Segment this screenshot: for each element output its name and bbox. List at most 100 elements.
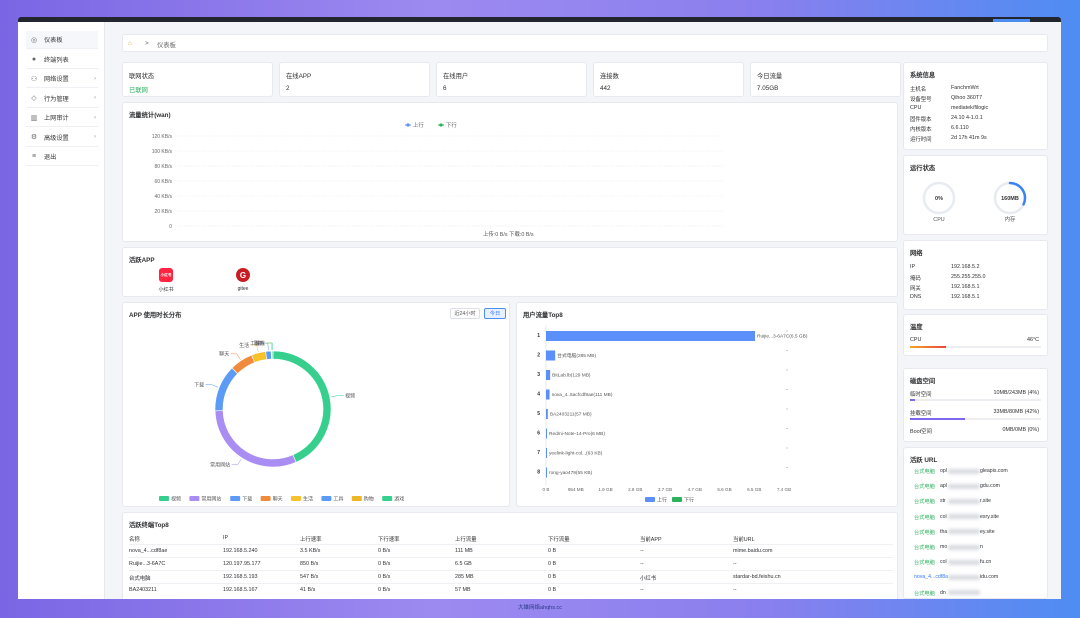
app-window: ◎ 仪表板 ● 终端列表 ⚇ 网络设置 › ◇ 行为管理 › ▥ 上网审计 › ⚙ 高级设置 › ≡ 退出 ⌂ >… <box>18 22 1061 599</box>
xiaohongshu-icon[interactable]: 小红书 <box>159 268 173 282</box>
sysinfo-key: 主机名 <box>910 87 927 93</box>
urls-card: 活跃 URL 台式电脑 opl gleapis.com 台式电脑 apl gdu.com 台… <box>903 447 1048 599</box>
terminals-title: 活跃终端Top8 <box>129 522 169 529</box>
table-cell: 285 MB <box>455 574 474 580</box>
legend-swatch <box>159 496 169 501</box>
legend-swatch <box>351 496 362 501</box>
table-header[interactable]: 上行速率 <box>300 535 322 543</box>
table-header[interactable]: 名称 <box>129 535 140 543</box>
table-row[interactable] <box>129 557 893 558</box>
table-cell: -- <box>640 548 644 554</box>
table-header[interactable]: IP <box>223 535 228 541</box>
legend-swatch <box>230 496 241 501</box>
url-source[interactable]: 台式电脑 <box>914 483 935 490</box>
disk-track <box>910 399 1041 401</box>
table-cell: 192.168.5.167 <box>223 587 258 593</box>
sidebar-item-5[interactable]: ⚙ 高级设置 › <box>26 129 98 147</box>
sidebar-item-2[interactable]: ⚇ 网络设置 › <box>26 70 98 88</box>
donut-slice <box>214 367 239 412</box>
sysinfo-value: mediatek/filogic <box>951 105 989 111</box>
url-source[interactable]: 台式电脑 <box>914 559 935 566</box>
donut-label: 下载 <box>194 382 204 389</box>
stat-label: 在线用户 <box>443 73 469 80</box>
network-value: 255.255.255.0 <box>951 274 986 280</box>
url-domain-suffix[interactable]: gleapis.com <box>980 468 1008 474</box>
breadcrumb-current: 仪表板 <box>157 42 176 49</box>
sysinfo-value: Qihoo 360T7 <box>951 95 983 101</box>
table-cell: nova_4...cdf8ae <box>129 548 168 554</box>
url-blur <box>948 514 980 520</box>
chevron-right-icon: › <box>94 134 96 140</box>
legend-label: 购物 <box>364 496 374 503</box>
stat-card-0: 联网状态 已联网 <box>122 62 273 97</box>
table-cell: 0 B/s <box>378 561 391 567</box>
bar-rank: 5 <box>537 411 540 417</box>
gitee-icon[interactable]: G <box>236 268 250 282</box>
url-domain-suffix[interactable]: fu.cn <box>980 559 991 565</box>
stat-label: 联网状态 <box>129 73 155 80</box>
donut-slice <box>214 410 297 468</box>
table-header[interactable]: 当前APP <box>640 535 662 543</box>
url-domain-suffix[interactable]: ey.site <box>980 529 995 535</box>
url-source[interactable]: 台式电脑 <box>914 498 935 505</box>
url-domain-suffix[interactable]: esry.site <box>980 514 999 520</box>
disk-bar <box>910 417 966 420</box>
table-row[interactable] <box>129 544 893 545</box>
y-tick-label: 60 KB/s <box>154 179 172 185</box>
url-source[interactable]: 台式电脑 <box>914 529 935 536</box>
x-tick-label: 7.4 GB <box>777 487 791 492</box>
url-source[interactable]: 台式电脑 <box>914 590 935 597</box>
user-top-card: 用户流量Top8 0 B 954 MB 1.9 GB 2.8 GB 3.7 GB 4.7 … <box>516 302 898 507</box>
url-blur <box>948 498 980 504</box>
url-source[interactable]: nova_4...cdf8a <box>914 574 948 580</box>
home-icon[interactable]: ⌂ <box>128 40 132 47</box>
sysinfo-title: 系统信息 <box>910 72 936 79</box>
sidebar-item-4[interactable]: ▥ 上网审计 › <box>26 109 98 127</box>
table-header[interactable]: 上行流量 <box>455 535 477 543</box>
sidebar-item-0[interactable]: ◎ 仪表板 <box>26 31 98 49</box>
table-cell: 0 B/s <box>378 574 391 580</box>
app-usage-donut: 视频常用网站下载聊天生活 工具购物游戏视频 常用网站 下载 聊天 生活 工具 购物 游戏 <box>159 340 404 503</box>
sysinfo-key: 设备型号 <box>910 97 932 103</box>
url-source[interactable]: 台式电脑 <box>914 468 935 475</box>
url-domain-suffix[interactable]: gdu.com <box>980 483 1000 489</box>
table-cell: BA2403211 <box>129 587 157 593</box>
url-blur <box>948 574 980 580</box>
bar <box>546 409 548 419</box>
sidebar-item-label: 终端列表 <box>44 56 69 64</box>
url-domain-suffix[interactable]: idu.com <box>980 574 998 580</box>
stat-card-2: 在线用户 6 <box>436 62 587 97</box>
table-row[interactable] <box>129 583 893 584</box>
runstate-gauges: 0% CPU 160MB 内存 <box>922 181 1027 223</box>
app-usage-card: APP 使用时长分布 近24小时 今日 视频 常用网站 下载 聊天 生活 工具 购物 游戏 视频… <box>122 302 510 507</box>
disk-title: 磁盘空间 <box>910 378 936 385</box>
sidebar-item-3[interactable]: ◇ 行为管理 › <box>26 90 98 108</box>
table-header[interactable]: 下行流量 <box>548 535 570 543</box>
url-domain-suffix[interactable]: n <box>980 544 983 550</box>
disk-bar <box>910 399 916 401</box>
url-source[interactable]: 台式电脑 <box>914 514 935 521</box>
bar-label: yeelink-light-col...(63 KB) <box>549 451 603 457</box>
bar-label: Redmi-Note-14-Pro(6 MB) <box>549 431 605 437</box>
legend-label: 上行 <box>657 497 667 504</box>
disk-label: 临时空间 <box>910 392 932 398</box>
legend-swatch <box>645 497 655 502</box>
table-row[interactable] <box>129 570 893 571</box>
table-cell: 192.168.5.193 <box>223 574 258 580</box>
table-header[interactable]: 下行速率 <box>378 535 400 543</box>
bar-rank: 3 <box>537 372 540 378</box>
sidebar-item-label: 高级设置 <box>44 134 69 142</box>
sidebar-item-1[interactable]: ● 终端列表 <box>26 51 98 69</box>
network-title: 网络 <box>910 250 923 257</box>
url-source[interactable]: 台式电脑 <box>914 544 935 551</box>
table-cell: 547 B/s <box>300 574 319 580</box>
temp-card: 温度 CPU 46°C <box>903 314 1048 356</box>
temp-bar <box>910 346 947 348</box>
bar <box>546 448 547 458</box>
app-name: 小红书 <box>158 287 174 293</box>
table-header[interactable]: 当前URL <box>733 535 755 543</box>
sidebar-item-6[interactable]: ≡ 退出 <box>26 148 98 166</box>
donut-label: 常用网站 <box>210 462 230 469</box>
terminals-card: 活跃终端Top8 名称 IP 上行速率 下行速率 上行流量 下行流量 当前APP 当前URL n… <box>122 512 898 599</box>
url-domain-suffix[interactable]: r.site <box>980 498 991 504</box>
